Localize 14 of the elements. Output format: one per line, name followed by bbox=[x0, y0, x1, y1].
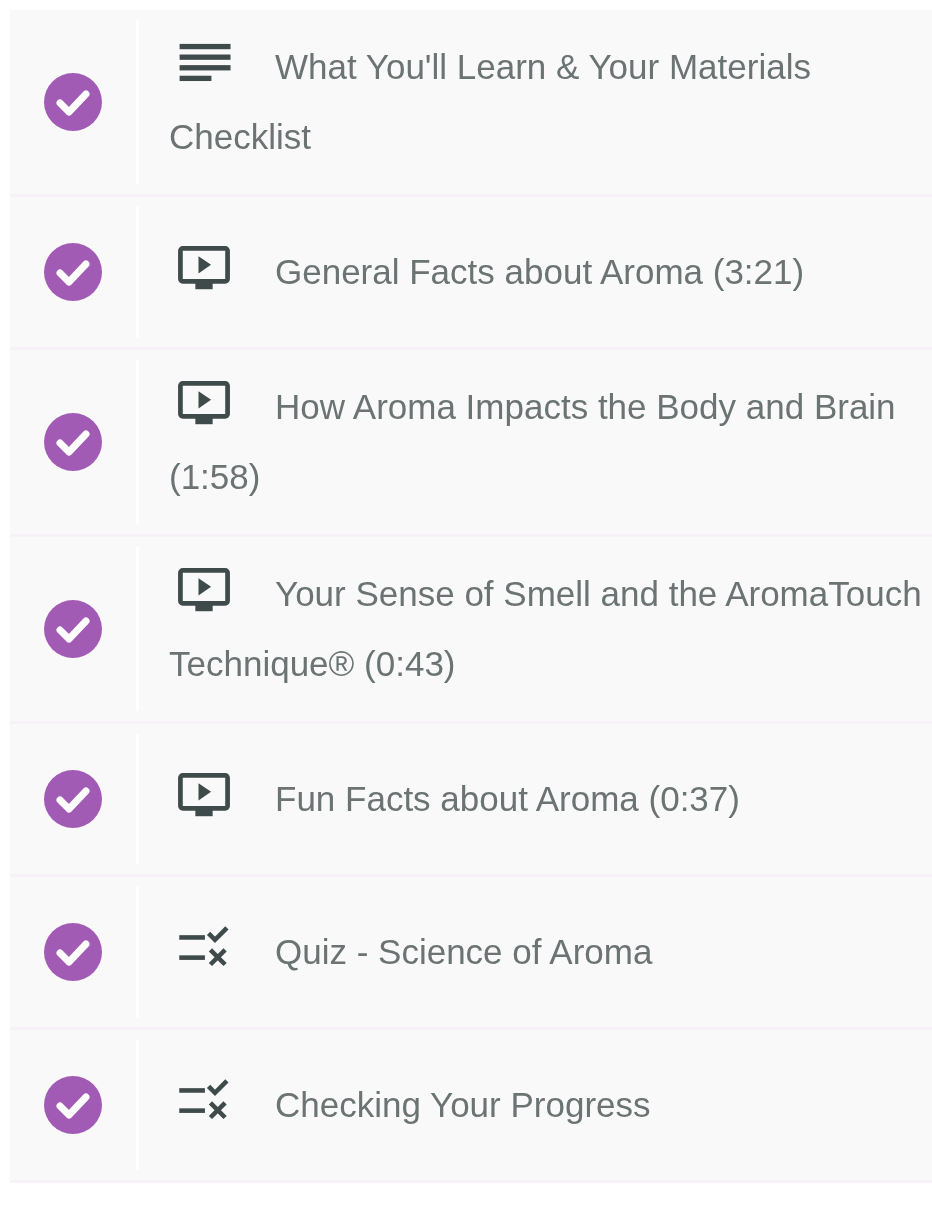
lesson-title[interactable]: Your Sense of Smell and the AromaTouch Technique® (0:43) bbox=[169, 559, 926, 699]
lesson-title[interactable]: Checking Your Progress bbox=[169, 1070, 651, 1140]
lesson-title[interactable]: Quiz - Science of Aroma bbox=[169, 917, 653, 987]
lesson-row[interactable]: Your Sense of Smell and the AromaTouch Technique® (0:43) bbox=[10, 537, 932, 724]
lesson-title[interactable]: General Facts about Aroma (3:21) bbox=[169, 237, 805, 307]
lesson-row[interactable]: Checking Your Progress bbox=[10, 1030, 932, 1183]
lesson-title[interactable]: Fun Facts about Aroma (0:37) bbox=[169, 764, 740, 834]
lesson-row[interactable]: What You'll Learn & Your Materials Checklist bbox=[10, 10, 932, 197]
lesson-title[interactable]: How Aroma Impacts the Body and Brain (1:58) bbox=[169, 372, 926, 512]
lesson-row[interactable]: Quiz - Science of Aroma bbox=[10, 877, 932, 1030]
lesson-row[interactable]: How Aroma Impacts the Body and Brain (1:58) bbox=[10, 350, 932, 537]
lesson-title[interactable]: What You'll Learn & Your Materials Checklist bbox=[169, 32, 926, 172]
lesson-row[interactable]: General Facts about Aroma (3:21) bbox=[10, 197, 932, 350]
lesson-row[interactable]: Fun Facts about Aroma (0:37) bbox=[10, 724, 932, 877]
